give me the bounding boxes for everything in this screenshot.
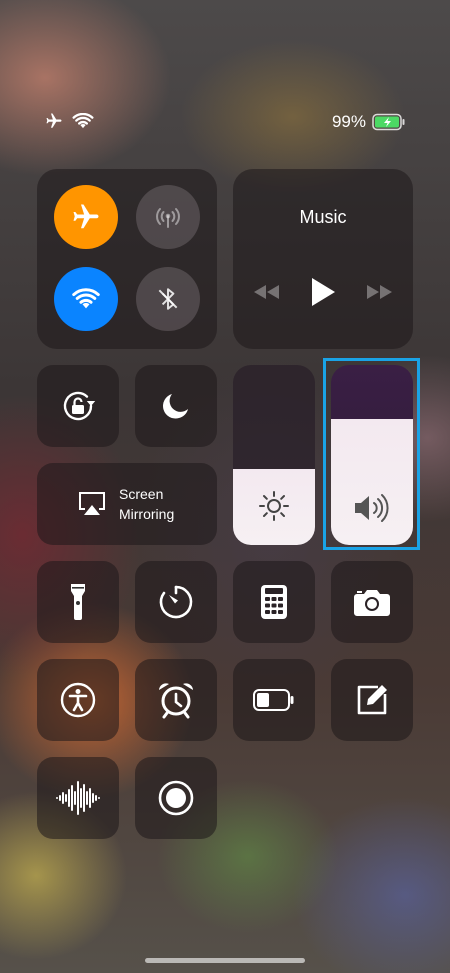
airplane-icon (46, 113, 62, 128)
camera-button[interactable] (331, 561, 413, 643)
wifi-icon (72, 113, 94, 129)
flashlight-icon (71, 584, 85, 620)
fast-forward-icon[interactable] (366, 283, 394, 301)
accessibility-button[interactable] (37, 659, 119, 741)
camera-icon (354, 590, 390, 616)
accessibility-icon (60, 682, 96, 718)
status-bar-left (44, 112, 94, 130)
rewind-icon[interactable] (252, 283, 280, 301)
airplane-mode-toggle[interactable] (54, 185, 118, 249)
antenna-icon (156, 208, 180, 228)
connectivity-panel (37, 169, 217, 349)
airplay-icon (79, 492, 105, 515)
battery-charging-icon (372, 113, 405, 131)
music-title: Music (299, 207, 347, 227)
voice-memos-button[interactable] (37, 757, 119, 839)
low-power-battery-icon (253, 689, 294, 711)
wifi-toggle[interactable] (54, 267, 118, 331)
battery-percent: 99% (331, 112, 366, 131)
volume-highlight-box (323, 358, 420, 550)
brightness-icon-wrap (233, 489, 315, 523)
brightness-slider[interactable] (233, 365, 315, 545)
calculator-icon (261, 585, 287, 619)
notes-icon (357, 685, 387, 715)
screen-mirroring-button[interactable]: Screen Mirroring (37, 463, 217, 545)
waveform-icon (56, 781, 100, 815)
screen-recording-button[interactable] (135, 757, 217, 839)
bluetooth-toggle[interactable] (136, 267, 200, 331)
wifi-icon (72, 288, 100, 309)
home-indicator[interactable] (145, 958, 305, 963)
do-not-disturb-button[interactable] (135, 365, 217, 447)
rotation-lock-button[interactable] (37, 365, 119, 447)
play-icon[interactable] (310, 277, 336, 307)
screen-mirroring-label: Screen Mirroring (119, 484, 174, 524)
screen-mirroring-line2: Mirroring (119, 506, 175, 522)
airplane-icon (73, 204, 99, 229)
screen-recording-icon (158, 780, 194, 816)
alarm-button[interactable] (135, 659, 217, 741)
timer-button[interactable] (135, 561, 217, 643)
bluetooth-off-icon (158, 288, 178, 310)
calculator-button[interactable] (233, 561, 315, 643)
flashlight-button[interactable] (37, 561, 119, 643)
screen-mirroring-line1: Screen (119, 486, 164, 502)
status-bar-right: 99% (332, 112, 406, 132)
notes-button[interactable] (331, 659, 413, 741)
timer-icon (159, 585, 193, 619)
alarm-icon (159, 683, 193, 719)
low-power-mode-button[interactable] (233, 659, 315, 741)
rotation-lock-icon (63, 391, 96, 421)
moon-icon (163, 394, 188, 419)
music-controls (233, 277, 413, 307)
cellular-data-toggle[interactable] (136, 185, 200, 249)
music-panel[interactable]: Music (233, 169, 413, 349)
sun-icon (259, 491, 289, 521)
